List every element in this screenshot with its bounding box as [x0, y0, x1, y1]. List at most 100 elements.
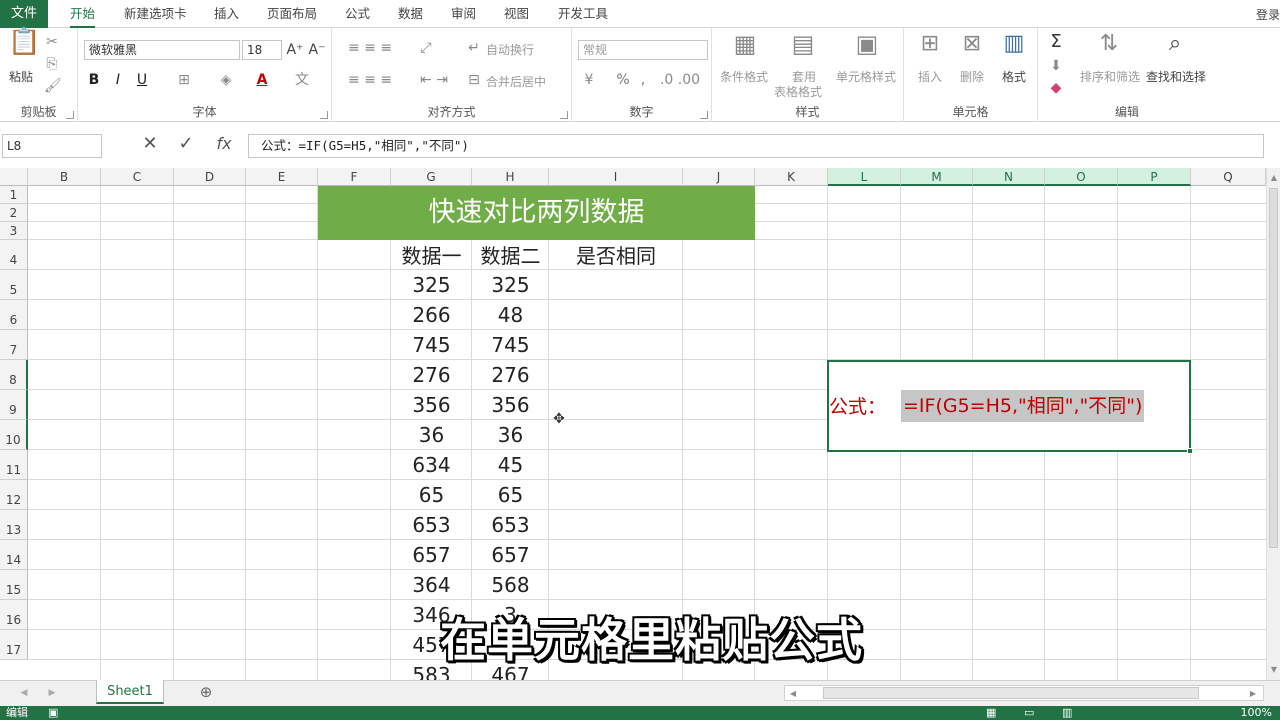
alignment-launcher-icon[interactable]	[560, 111, 568, 119]
clear-icon[interactable]: ◆	[1046, 80, 1066, 96]
cell-h8[interactable]: 276	[472, 360, 549, 390]
zoom-level[interactable]: 100%	[1241, 706, 1272, 720]
page-break-view-icon[interactable]: ▥	[1062, 706, 1072, 720]
login-link[interactable]: 登录	[1256, 6, 1280, 23]
row-header-11[interactable]: 11	[0, 450, 28, 480]
cell-g9[interactable]: 356	[391, 390, 472, 420]
font-color-icon[interactable]: A	[254, 72, 270, 88]
number-launcher-icon[interactable]	[700, 111, 708, 119]
cell-styles-icon[interactable]: ▣	[852, 32, 882, 64]
delete-cells-label[interactable]: 删除	[960, 68, 984, 85]
cell-h6[interactable]: 48	[472, 300, 549, 330]
fill-icon[interactable]: ⬇	[1046, 58, 1066, 74]
select-all-corner[interactable]	[0, 168, 28, 186]
col-header-l[interactable]: L	[828, 168, 901, 186]
header-data1[interactable]: 数据一	[391, 242, 472, 270]
indent-icons[interactable]: ⇤ ⇥	[414, 72, 454, 88]
grow-font-icon[interactable]: A⁺	[286, 42, 304, 58]
font-size-select[interactable]: 18	[242, 40, 282, 60]
normal-view-icon[interactable]: ▦	[986, 706, 996, 720]
col-header-h[interactable]: H	[472, 168, 549, 186]
sort-filter-label[interactable]: 排序和筛选	[1080, 68, 1140, 85]
find-select-label[interactable]: 查找和选择	[1146, 68, 1206, 85]
tab-data[interactable]: 数据	[398, 0, 423, 28]
format-cells-icon[interactable]: ▥	[1002, 33, 1026, 64]
cell-h10[interactable]: 36	[472, 420, 549, 450]
prev-sheet-icon[interactable]: ◀	[18, 685, 30, 701]
insert-cells-icon[interactable]: ⊞	[918, 33, 942, 64]
font-launcher-icon[interactable]	[320, 111, 328, 119]
format-painter-icon[interactable]: 🖌	[44, 78, 62, 94]
row-header-15[interactable]: 15	[0, 570, 28, 600]
cell-g10[interactable]: 36	[391, 420, 472, 450]
cell-styles-label[interactable]: 单元格样式	[836, 68, 896, 85]
row-header-1[interactable]: 1	[0, 186, 28, 204]
col-header-g[interactable]: G	[391, 168, 472, 186]
format-table-icon[interactable]: ▤	[788, 32, 818, 64]
fill-handle[interactable]	[1187, 448, 1193, 454]
scroll-down-icon[interactable]: ▼	[1268, 662, 1280, 678]
col-header-n[interactable]: N	[973, 168, 1045, 186]
row-header-12[interactable]: 12	[0, 480, 28, 510]
cell-h9[interactable]: 356	[472, 390, 549, 420]
row-header-6[interactable]: 6	[0, 300, 28, 330]
cell-g5[interactable]: 325	[391, 270, 472, 300]
vertical-align-icons[interactable]: ≡ ≡ ≡	[340, 40, 400, 56]
col-header-j[interactable]: J	[683, 168, 755, 186]
tab-view[interactable]: 视图	[504, 0, 529, 28]
tab-new[interactable]: 新建选项卡	[124, 0, 187, 28]
formula-note-text[interactable]: =IF(G5=H5,"相同","不同")	[901, 390, 1145, 422]
col-header-o[interactable]: O	[1045, 168, 1118, 186]
cancel-icon[interactable]: ✕	[140, 135, 160, 153]
header-same[interactable]: 是否相同	[549, 242, 683, 270]
page-layout-view-icon[interactable]: ▭	[1024, 706, 1034, 720]
col-header-e[interactable]: E	[246, 168, 318, 186]
title-cell[interactable]: 快速对比两列数据	[318, 186, 755, 240]
col-header-p[interactable]: P	[1118, 168, 1191, 186]
decimal-icons[interactable]: .0 .00	[658, 72, 702, 88]
currency-icon[interactable]: ¥	[580, 72, 598, 88]
scroll-up-icon[interactable]: ▲	[1268, 170, 1280, 186]
merge-center-label[interactable]: 合并后居中	[486, 73, 546, 90]
col-header-q[interactable]: Q	[1191, 168, 1266, 186]
cell-h15[interactable]: 568	[472, 570, 549, 600]
underline-icon[interactable]: U	[134, 72, 150, 88]
copy-icon[interactable]: ⎘	[44, 56, 60, 72]
col-header-m[interactable]: M	[901, 168, 973, 186]
tab-home[interactable]: 开始	[70, 0, 96, 28]
scroll-right-icon[interactable]: ▶	[1247, 686, 1259, 702]
enter-icon[interactable]: ✓	[176, 135, 196, 153]
cell-h13[interactable]: 653	[472, 510, 549, 540]
col-header-f[interactable]: F	[318, 168, 391, 186]
col-header-b[interactable]: B	[28, 168, 101, 186]
col-header-d[interactable]: D	[174, 168, 246, 186]
merge-icon[interactable]: ⊟	[466, 72, 482, 88]
format-table-label-2[interactable]: 表格格式	[774, 83, 822, 100]
orientation-icon[interactable]: ⤢	[414, 40, 438, 56]
cell-h14[interactable]: 657	[472, 540, 549, 570]
row-header-3[interactable]: 3	[0, 222, 28, 240]
comma-icon[interactable]: ,	[638, 72, 648, 88]
row-header-9[interactable]: 9	[0, 390, 28, 420]
tab-page-layout[interactable]: 页面布局	[267, 0, 317, 28]
cell-g8[interactable]: 276	[391, 360, 472, 390]
row-header-10[interactable]: 10	[0, 420, 28, 450]
macro-record-icon[interactable]: ▣	[48, 706, 58, 720]
row-header-4[interactable]: 4	[0, 240, 28, 270]
horizontal-scrollbar[interactable]: ◀ ▶	[784, 685, 1264, 701]
tab-insert[interactable]: 插入	[214, 0, 239, 28]
row-header-16[interactable]: 16	[0, 600, 28, 630]
cell-h5[interactable]: 325	[472, 270, 549, 300]
format-cells-label[interactable]: 格式	[1002, 68, 1026, 85]
tab-formulas[interactable]: 公式	[345, 0, 370, 28]
row-header-8[interactable]: 8	[0, 360, 28, 390]
insert-cells-label[interactable]: 插入	[918, 68, 942, 85]
paste-label[interactable]: 粘贴	[6, 68, 36, 85]
cell-g12[interactable]: 65	[391, 480, 472, 510]
cell-h11[interactable]: 45	[472, 450, 549, 480]
horizontal-scroll-thumb[interactable]	[823, 687, 1199, 699]
name-box[interactable]: L8	[2, 134, 102, 158]
sheet-tab-sheet1[interactable]: Sheet1	[96, 680, 164, 704]
cell-g6[interactable]: 266	[391, 300, 472, 330]
font-name-select[interactable]: 微软雅黑	[84, 40, 240, 60]
